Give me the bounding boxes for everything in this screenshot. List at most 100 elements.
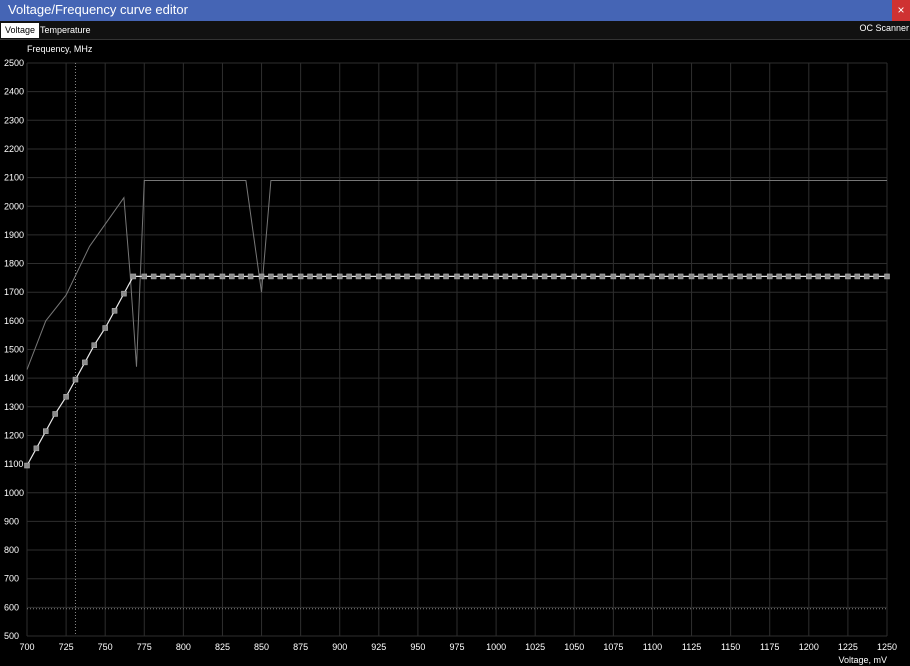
vf-point-41[interactable]: [424, 273, 431, 280]
vf-point-79[interactable]: [795, 273, 801, 280]
vf-point-10[interactable]: [121, 290, 127, 297]
vf-point-78[interactable]: [785, 273, 792, 280]
vf-point-73[interactable]: [737, 273, 743, 280]
vf-point-35[interactable]: [365, 273, 371, 280]
vf-point-23[interactable]: [247, 273, 254, 280]
vf-point-15[interactable]: [169, 273, 176, 280]
vf-point-57[interactable]: [580, 273, 587, 280]
chart-grid: [26, 62, 888, 637]
vf-point-84[interactable]: [845, 273, 851, 280]
vf-point-45[interactable]: [463, 273, 470, 280]
vf-point-68[interactable]: [688, 273, 695, 280]
vf-point-43[interactable]: [443, 273, 449, 280]
vf-point-46[interactable]: [473, 273, 479, 280]
vf-point-32[interactable]: [336, 273, 343, 280]
vf-point-28[interactable]: [297, 273, 304, 280]
vf-point-22[interactable]: [238, 273, 244, 280]
vf-point-1[interactable]: [33, 445, 40, 452]
vf-curve-chart[interactable]: 500 600 700 800 900 1000 1100 1200 1300 1400 1500 1…: [0, 39, 910, 666]
vf-point-69[interactable]: [698, 273, 704, 280]
vf-point-56[interactable]: [571, 273, 578, 280]
vf-point-11[interactable]: [130, 273, 137, 280]
vf-point-39[interactable]: [404, 273, 410, 280]
vf-point-61[interactable]: [619, 273, 626, 280]
vf-point-48[interactable]: [493, 273, 499, 280]
vf-point-70[interactable]: [707, 273, 714, 280]
oc-scanner-button[interactable]: OC Scanner: [859, 23, 909, 33]
vf-point-66[interactable]: [668, 273, 674, 280]
vf-point-76[interactable]: [766, 273, 773, 280]
vf-point-16[interactable]: [180, 273, 187, 280]
vf-point-31[interactable]: [326, 273, 332, 280]
vf-point-3[interactable]: [52, 411, 58, 417]
vf-point-4[interactable]: [63, 394, 69, 400]
vf-point-87[interactable]: [873, 273, 879, 280]
vf-point-26[interactable]: [277, 273, 284, 280]
vf-point-54[interactable]: [551, 273, 557, 280]
y-tick-label-1900: 1900: [4, 230, 24, 240]
vf-point-82[interactable]: [824, 273, 831, 280]
vf-point-52[interactable]: [532, 273, 538, 280]
vf-point-44[interactable]: [454, 273, 460, 280]
vf-point-6[interactable]: [82, 359, 88, 366]
vf-point-62[interactable]: [629, 273, 635, 280]
vf-point-27[interactable]: [286, 273, 293, 280]
vf-point-86[interactable]: [863, 273, 870, 280]
vf-point-25[interactable]: [268, 273, 274, 280]
vf-point-81[interactable]: [815, 273, 821, 280]
vf-point-18[interactable]: [199, 273, 205, 280]
vf-point-75[interactable]: [756, 273, 762, 280]
y-tick-label-2000: 2000: [4, 201, 24, 211]
vf-point-80[interactable]: [806, 273, 812, 280]
x-tick-label-750: 750: [98, 642, 113, 652]
vf-point-67[interactable]: [677, 273, 684, 280]
vf-point-49[interactable]: [502, 273, 509, 280]
vf-point-53[interactable]: [541, 273, 548, 280]
vf-point-85[interactable]: [854, 273, 861, 280]
vf-point-72[interactable]: [727, 273, 734, 280]
vf-point-20[interactable]: [219, 273, 226, 280]
vf-point-2[interactable]: [43, 428, 49, 434]
vf-point-40[interactable]: [415, 273, 421, 280]
vf-point-36[interactable]: [376, 273, 382, 280]
vf-point-19[interactable]: [208, 273, 215, 280]
tab-voltage[interactable]: Voltage: [1, 23, 40, 38]
vf-point-0[interactable]: [24, 462, 30, 469]
vf-point-64[interactable]: [649, 273, 656, 280]
vf-point-24[interactable]: [258, 273, 265, 280]
vf-point-5[interactable]: [72, 376, 79, 383]
vf-point-29[interactable]: [307, 273, 313, 280]
vf-point-88[interactable]: [884, 273, 890, 280]
vf-point-83[interactable]: [834, 273, 840, 280]
vf-point-38[interactable]: [394, 273, 401, 280]
vf-point-37[interactable]: [385, 273, 391, 280]
vf-point-14[interactable]: [160, 273, 166, 280]
vf-point-34[interactable]: [355, 273, 362, 280]
vf-point-58[interactable]: [590, 273, 596, 280]
vf-point-60[interactable]: [610, 273, 617, 280]
vf-point-33[interactable]: [346, 273, 352, 280]
vf-point-30[interactable]: [316, 273, 323, 280]
tab-temperature[interactable]: Temperature: [36, 23, 95, 38]
vf-point-47[interactable]: [482, 273, 488, 280]
vf-point-9[interactable]: [111, 308, 118, 314]
vf-point-74[interactable]: [746, 273, 753, 280]
x-tick-label-725: 725: [59, 642, 74, 652]
close-button[interactable]: ×: [892, 0, 910, 21]
vf-point-42[interactable]: [433, 273, 440, 280]
vf-point-63[interactable]: [638, 273, 645, 280]
y-tick-label-900: 900: [4, 516, 19, 526]
vf-point-65[interactable]: [659, 273, 665, 280]
vf-point-55[interactable]: [560, 273, 567, 280]
vf-point-12[interactable]: [141, 273, 148, 280]
vf-point-7[interactable]: [91, 342, 97, 348]
vf-point-51[interactable]: [521, 273, 527, 280]
vf-point-17[interactable]: [189, 273, 196, 280]
vf-point-50[interactable]: [512, 273, 518, 280]
vf-point-21[interactable]: [229, 273, 235, 280]
vf-point-71[interactable]: [716, 273, 723, 280]
vf-point-59[interactable]: [599, 273, 606, 280]
vf-point-8[interactable]: [102, 325, 108, 331]
vf-point-13[interactable]: [150, 273, 157, 280]
vf-point-77[interactable]: [776, 273, 782, 280]
